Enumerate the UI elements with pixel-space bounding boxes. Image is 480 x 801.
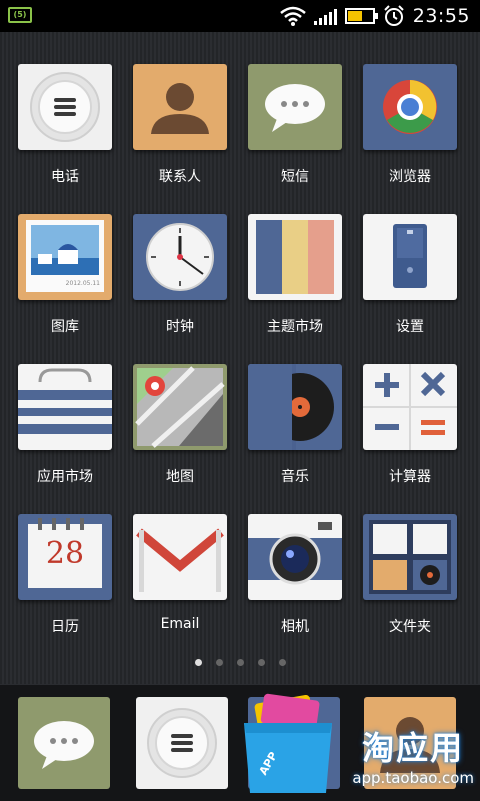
page-dot[interactable] (278, 659, 286, 666)
app-label: 设置 (396, 319, 424, 335)
app-label: 图库 (51, 319, 79, 335)
app-calendar[interactable]: 28 日历 (8, 514, 122, 636)
app-label: 文件夹 (389, 619, 431, 635)
app-label: Email (160, 616, 200, 632)
alarm-icon (384, 5, 404, 26)
app-label: 计算器 (389, 469, 431, 485)
app-clock[interactable]: 时钟 (123, 214, 237, 336)
clock-time: 23:55 (412, 5, 470, 27)
notification-badge-icon: (5) (8, 7, 32, 23)
messages-icon (34, 721, 94, 769)
watermark-title: 淘应用 (362, 729, 465, 767)
wifi-icon (279, 6, 306, 26)
maps-icon (133, 364, 227, 450)
app-label: 地图 (166, 469, 194, 485)
phone-icon (18, 64, 112, 150)
watermark: 淘应用 app.taobao.com (352, 723, 474, 787)
app-market-icon (18, 364, 112, 450)
calendar-date: 28 (45, 536, 85, 571)
gallery-icon: 2012.05.11 (18, 214, 112, 300)
app-label: 应用市场 (37, 469, 93, 485)
app-label: 主题市场 (267, 319, 323, 335)
page-indicator[interactable] (0, 651, 480, 670)
app-label: 时钟 (166, 319, 194, 335)
app-themes[interactable]: 主题市场 (238, 214, 352, 336)
app-phone[interactable]: 电话 (8, 64, 122, 186)
app-camera[interactable]: 相机 (238, 514, 352, 636)
app-label: 相机 (281, 619, 309, 635)
calculator-icon (363, 364, 457, 450)
themes-icon (248, 214, 342, 300)
app-market[interactable]: 应用市场 (8, 364, 122, 486)
dock-app-store-button[interactable]: APP (244, 693, 340, 793)
watermark-url: app.taobao.com (352, 769, 474, 787)
page-dot[interactable] (194, 659, 202, 666)
app-messages[interactable]: 短信 (238, 64, 352, 186)
status-icons: 23:55 (279, 4, 470, 28)
app-label: 电话 (51, 169, 79, 185)
app-folder[interactable]: 文件夹 (353, 514, 467, 636)
dock: APP 淘应用 app.taobao.com (0, 684, 480, 801)
dock-phone-button[interactable] (136, 697, 228, 789)
app-browser[interactable]: 浏览器 (353, 64, 467, 186)
camera-icon (248, 514, 342, 600)
app-label: 短信 (281, 169, 309, 185)
contacts-icon (133, 64, 227, 150)
app-settings[interactable]: 设置 (353, 214, 467, 336)
app-store-bag-icon (244, 693, 332, 793)
photo-caption: 2012.05.11 (65, 280, 100, 287)
folder-icon (363, 514, 457, 600)
page-dot[interactable] (257, 659, 265, 666)
calendar-icon: 28 (18, 514, 112, 600)
clock-icon (133, 214, 227, 300)
signal-icon (313, 7, 337, 25)
app-email[interactable]: Email (123, 514, 237, 632)
settings-icon (363, 214, 457, 300)
email-icon (133, 514, 227, 600)
status-bar: (5) 23:55 (0, 0, 480, 32)
browser-icon (363, 64, 457, 150)
app-contacts[interactable]: 联系人 (123, 64, 237, 186)
app-label: 日历 (51, 619, 79, 635)
app-label: 音乐 (281, 469, 309, 485)
battery-icon (344, 8, 378, 24)
app-music[interactable]: 音乐 (238, 364, 352, 486)
app-label: 浏览器 (389, 169, 431, 185)
app-gallery[interactable]: 2012.05.11 图库 (8, 214, 122, 336)
music-icon (248, 364, 342, 450)
page-dot[interactable] (215, 659, 223, 666)
messages-icon (248, 64, 342, 150)
notification-area[interactable]: (5) (8, 7, 32, 23)
app-maps[interactable]: 地图 (123, 364, 237, 486)
phone-icon (147, 708, 217, 778)
page-dot[interactable] (236, 659, 244, 666)
app-calculator[interactable]: 计算器 (353, 364, 467, 486)
dock-messages-button[interactable] (18, 697, 110, 789)
app-label: 联系人 (159, 169, 201, 185)
